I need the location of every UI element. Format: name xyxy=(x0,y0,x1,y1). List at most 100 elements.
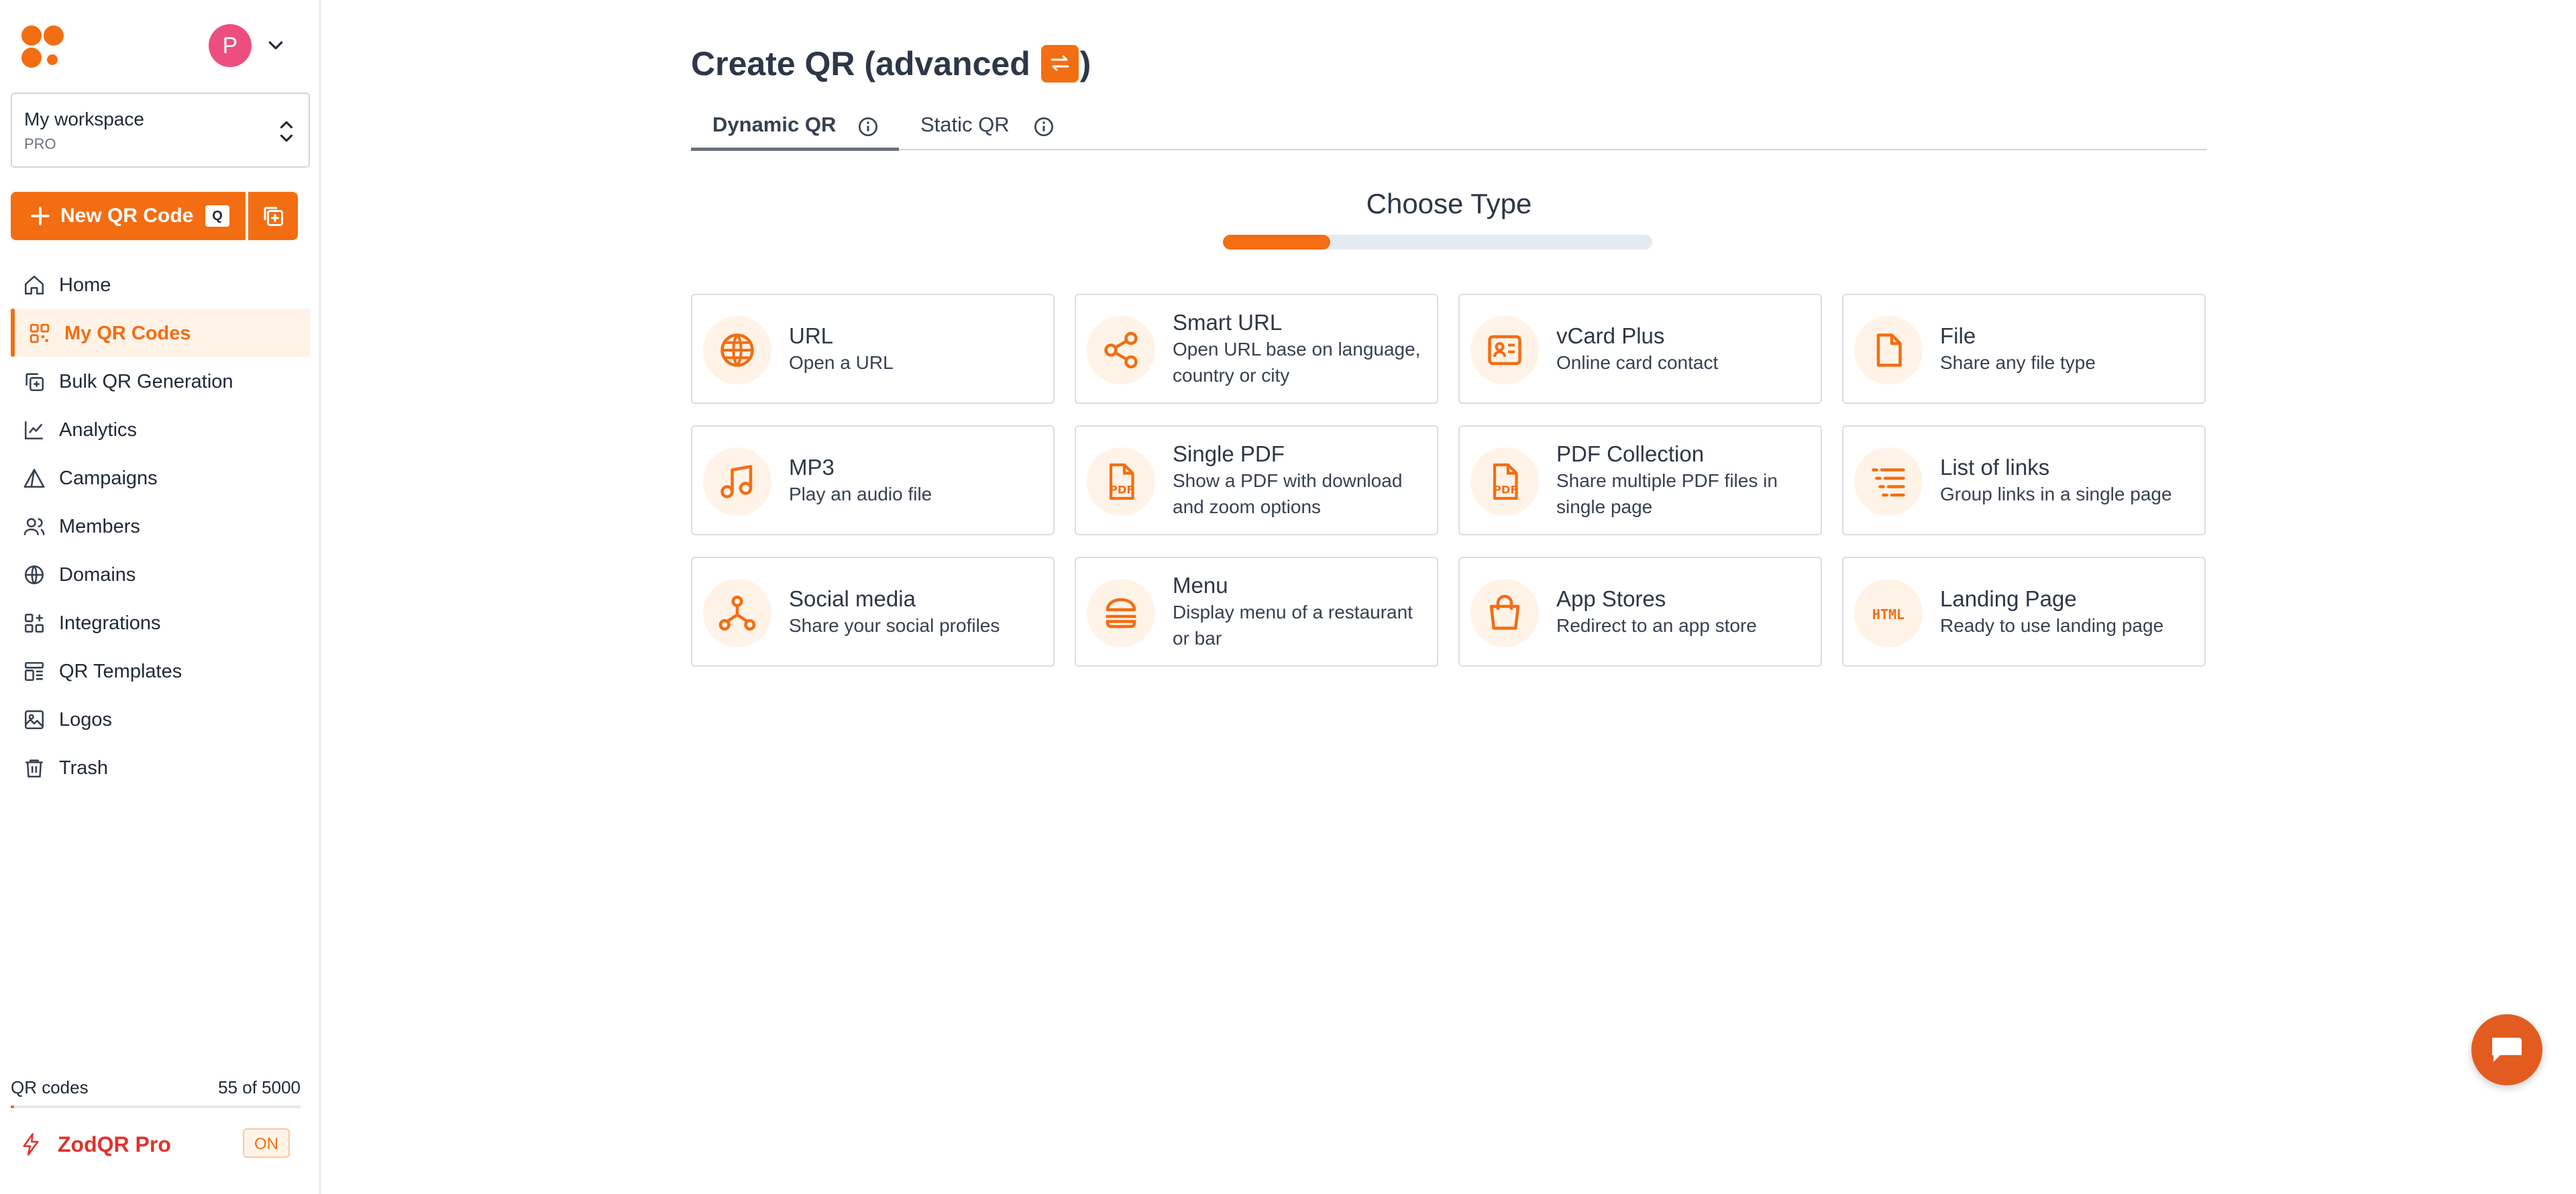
contact-card-icon xyxy=(1488,335,1521,366)
type-card-text: Social media Share your social profiles xyxy=(789,558,1044,665)
type-card-url[interactable]: URL Open a URL xyxy=(691,294,1055,404)
type-icon-circle: PDF xyxy=(1087,447,1155,516)
bulk-copy-icon xyxy=(25,373,44,392)
new-qr-code-label: New QR Code xyxy=(60,205,194,227)
sidebar-item-logos[interactable]: Logos xyxy=(11,695,310,743)
step-progress-fill xyxy=(1223,235,1330,250)
tab-label: Dynamic QR xyxy=(712,113,837,136)
type-description: Open URL base on language, country or ci… xyxy=(1173,339,1421,386)
sidebar-item-label: Logos xyxy=(59,709,113,730)
type-description: Ready to use landing page xyxy=(1940,614,2164,636)
app-logo[interactable] xyxy=(20,24,67,71)
members-icon xyxy=(23,518,45,535)
type-icon-circle xyxy=(1470,579,1539,647)
pdf-icon: PDF xyxy=(1109,463,1134,500)
sidebar-item-analytics[interactable]: Analytics xyxy=(11,405,310,453)
shopping-bag-icon xyxy=(1489,594,1520,630)
pdf-icon: PDF xyxy=(1493,463,1518,500)
tab-label: Static QR xyxy=(920,113,1010,136)
type-title: Single PDF xyxy=(1173,441,1285,466)
type-card-mp3[interactable]: MP3 Play an audio file xyxy=(691,425,1055,535)
sidebar-item-trash[interactable]: Trash xyxy=(11,743,310,792)
type-card-app-stores[interactable]: App Stores Redirect to an app store xyxy=(1458,557,1822,667)
type-card-landing-page[interactable]: HTML Landing Page Ready to use landing p… xyxy=(1842,557,2206,667)
qr-count-progress xyxy=(11,1105,301,1108)
step-progress xyxy=(1223,235,1652,250)
type-card-menu[interactable]: Menu Display menu of a restaurant or bar xyxy=(1075,557,1438,667)
sidebar-item-label: My QR Codes xyxy=(64,323,191,344)
type-card-smart-url[interactable]: Smart URL Open URL base on language, cou… xyxy=(1075,294,1438,404)
type-card-text: URL Open a URL xyxy=(789,295,1044,402)
list-icon xyxy=(1872,468,1905,497)
sidebar-item-label: Campaigns xyxy=(59,468,158,489)
sidebar-item-label: Trash xyxy=(59,757,109,779)
qr-count: QR codes 55 of 5000 xyxy=(11,1077,301,1098)
type-card-file[interactable]: File Share any file type xyxy=(1842,294,2206,404)
workspace-name: My workspace xyxy=(24,109,144,129)
qr-type-tabs: Dynamic QR Static QR xyxy=(691,102,2207,151)
sidebar: P My workspace PRO New QR Code Q Home My… xyxy=(0,0,321,1194)
type-icon-circle xyxy=(1854,447,1923,516)
chevron-down-icon[interactable] xyxy=(266,35,286,55)
type-title: Smart URL xyxy=(1173,310,1283,335)
tab-dynamic-qr[interactable]: Dynamic QR xyxy=(691,110,899,151)
sidebar-item-members[interactable]: Members xyxy=(11,502,310,550)
type-icon-circle: PDF xyxy=(1470,447,1539,516)
sidebar-item-home[interactable]: Home xyxy=(11,260,310,309)
analytics-icon xyxy=(24,421,43,440)
avatar[interactable]: P xyxy=(209,24,252,67)
type-title: MP3 xyxy=(789,454,835,480)
sidebar-item-campaigns[interactable]: Campaigns xyxy=(11,453,310,502)
swap-arrows-icon xyxy=(1051,55,1069,71)
sidebar-item-integrations[interactable]: Integrations xyxy=(11,598,310,647)
type-description: Play an audio file xyxy=(789,483,932,504)
type-title: Menu xyxy=(1173,573,1228,598)
step-title: Choose Type xyxy=(1366,188,1532,219)
info-icon[interactable] xyxy=(1033,116,1055,138)
sidebar-item-label: Members xyxy=(59,516,140,537)
type-card-social-media[interactable]: Social media Share your social profiles xyxy=(691,557,1055,667)
share-icon xyxy=(1104,331,1138,369)
type-card-vcard-plus[interactable]: vCard Plus Online card contact xyxy=(1458,294,1822,404)
new-qr-code-button[interactable]: New QR Code Q xyxy=(11,192,246,240)
shortcut-badge: Q xyxy=(205,205,229,227)
type-card-text: Smart URL Open URL base on language, cou… xyxy=(1173,295,1428,402)
type-title: File xyxy=(1940,323,1976,348)
chevron-up-down-icon xyxy=(280,121,293,142)
switch-mode-button[interactable] xyxy=(1040,44,1079,83)
tab-static-qr[interactable]: Static QR xyxy=(920,110,1081,148)
templates-icon xyxy=(24,661,44,682)
type-description: Share your social profiles xyxy=(789,614,1000,636)
type-title: PDF Collection xyxy=(1556,441,1705,466)
svg-text:PDF: PDF xyxy=(1493,484,1518,496)
integrations-icon xyxy=(24,613,44,633)
type-card-pdf-collection[interactable]: PDF PDF Collection Share multiple PDF fi… xyxy=(1458,425,1822,535)
type-card-text: Menu Display menu of a restaurant or bar xyxy=(1173,558,1428,665)
type-card-text: List of links Group links in a single pa… xyxy=(1940,427,2195,534)
sidebar-item-domains[interactable]: Domains xyxy=(11,550,310,598)
html-icon: HTML xyxy=(1872,606,1904,622)
copy-plus-icon xyxy=(264,207,283,226)
chat-support-button[interactable] xyxy=(2471,1014,2542,1085)
type-description: Share any file type xyxy=(1940,351,2096,373)
type-card-single-pdf[interactable]: PDF Single PDF Show a PDF with download … xyxy=(1075,425,1438,535)
sidebar-item-qr-templates[interactable]: QR Templates xyxy=(11,647,310,695)
type-card-text: vCard Plus Online card contact xyxy=(1556,295,1811,402)
type-title: App Stores xyxy=(1556,586,1666,611)
type-icon-circle: HTML xyxy=(1854,579,1923,647)
bulk-create-button[interactable] xyxy=(248,192,298,240)
svg-text:HTML: HTML xyxy=(1872,606,1904,622)
sidebar-item-label: Domains xyxy=(59,564,136,586)
type-icon-circle xyxy=(1470,316,1539,384)
info-icon[interactable] xyxy=(857,116,879,138)
type-title: List of links xyxy=(1940,454,2050,480)
sidebar-item-bulk-qr-generation[interactable]: Bulk QR Generation xyxy=(11,357,310,405)
workspace-selector[interactable]: My workspace PRO xyxy=(11,93,310,168)
type-title: URL xyxy=(789,323,834,348)
type-title: vCard Plus xyxy=(1556,323,1665,348)
type-title: Social media xyxy=(789,586,916,611)
page-title: Create QR (advanced ) xyxy=(691,44,1091,85)
type-card-list-of-links[interactable]: List of links Group links in a single pa… xyxy=(1842,425,2206,535)
burger-icon xyxy=(1106,598,1136,629)
sidebar-item-my-qr-codes[interactable]: My QR Codes xyxy=(11,309,310,357)
